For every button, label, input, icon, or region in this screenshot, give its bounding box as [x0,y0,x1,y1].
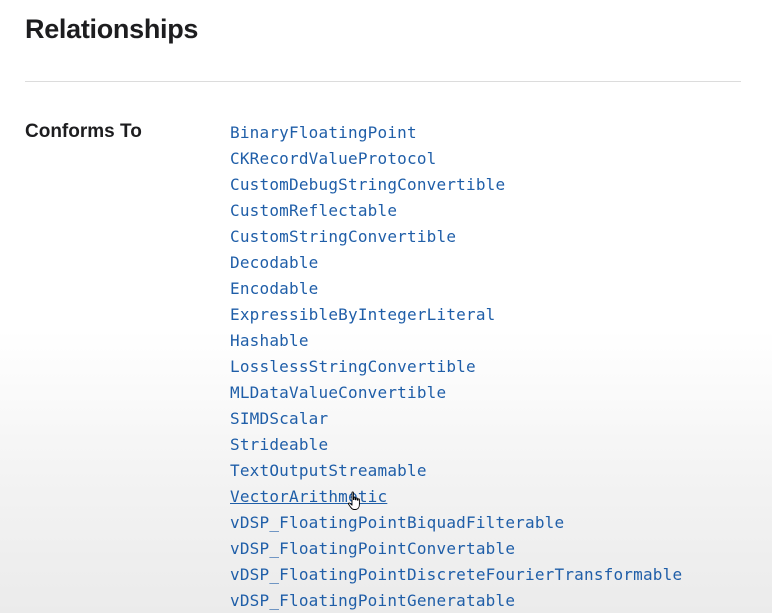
protocol-link[interactable]: vDSP_FloatingPointConvertable [230,539,515,558]
list-item: MLDataValueConvertible [230,381,682,407]
list-item: LosslessStringConvertible [230,355,682,381]
protocol-link[interactable]: vDSP_FloatingPointDiscreteFourierTransfo… [230,565,682,584]
protocol-link[interactable]: CustomStringConvertible [230,227,456,246]
list-item: SIMDScalar [230,407,682,433]
list-item: CustomStringConvertible [230,225,682,251]
protocol-link[interactable]: TextOutputStreamable [230,461,427,480]
protocol-link[interactable]: Hashable [230,331,309,350]
list-item: vDSP_FloatingPointDiscreteFourierTransfo… [230,563,682,589]
page-title: Relationships [25,14,199,44]
list-item: CustomReflectable [230,199,682,225]
list-item: ExpressibleByIntegerLiteral [230,303,682,329]
hand-pointer-icon [348,491,360,510]
protocol-link[interactable]: CustomReflectable [230,201,397,220]
protocol-link[interactable]: CKRecordValueProtocol [230,149,437,168]
section-divider [25,81,741,82]
list-item: vDSP_FloatingPointGeneratable [230,589,682,615]
protocol-link[interactable]: CustomDebugStringConvertible [230,175,505,194]
protocol-link[interactable]: BinaryFloatingPoint [230,123,417,142]
conforms-to-label: Conforms To [25,121,142,142]
list-item: Hashable [230,329,682,355]
protocol-link[interactable]: Decodable [230,253,319,272]
protocol-link[interactable]: SIMDScalar [230,409,328,428]
protocol-list: BinaryFloatingPoint CKRecordValueProtoco… [230,121,682,615]
list-item: CustomDebugStringConvertible [230,173,682,199]
list-item: VectorArithmetic [230,485,682,511]
protocol-link[interactable]: MLDataValueConvertible [230,383,446,402]
protocol-link[interactable]: ExpressibleByIntegerLiteral [230,305,496,324]
protocol-link-hovered[interactable]: VectorArithmetic [230,487,387,506]
list-item: CKRecordValueProtocol [230,147,682,173]
list-item: BinaryFloatingPoint [230,121,682,147]
list-item: Decodable [230,251,682,277]
list-item: TextOutputStreamable [230,459,682,485]
list-item: vDSP_FloatingPointConvertable [230,537,682,563]
list-item: Encodable [230,277,682,303]
protocol-link[interactable]: vDSP_FloatingPointGeneratable [230,591,515,610]
protocol-link[interactable]: vDSP_FloatingPointBiquadFilterable [230,513,564,532]
list-item: Strideable [230,433,682,459]
protocol-link[interactable]: LosslessStringConvertible [230,357,476,376]
protocol-link[interactable]: Strideable [230,435,328,454]
protocol-link[interactable]: Encodable [230,279,319,298]
list-item: vDSP_FloatingPointBiquadFilterable [230,511,682,537]
